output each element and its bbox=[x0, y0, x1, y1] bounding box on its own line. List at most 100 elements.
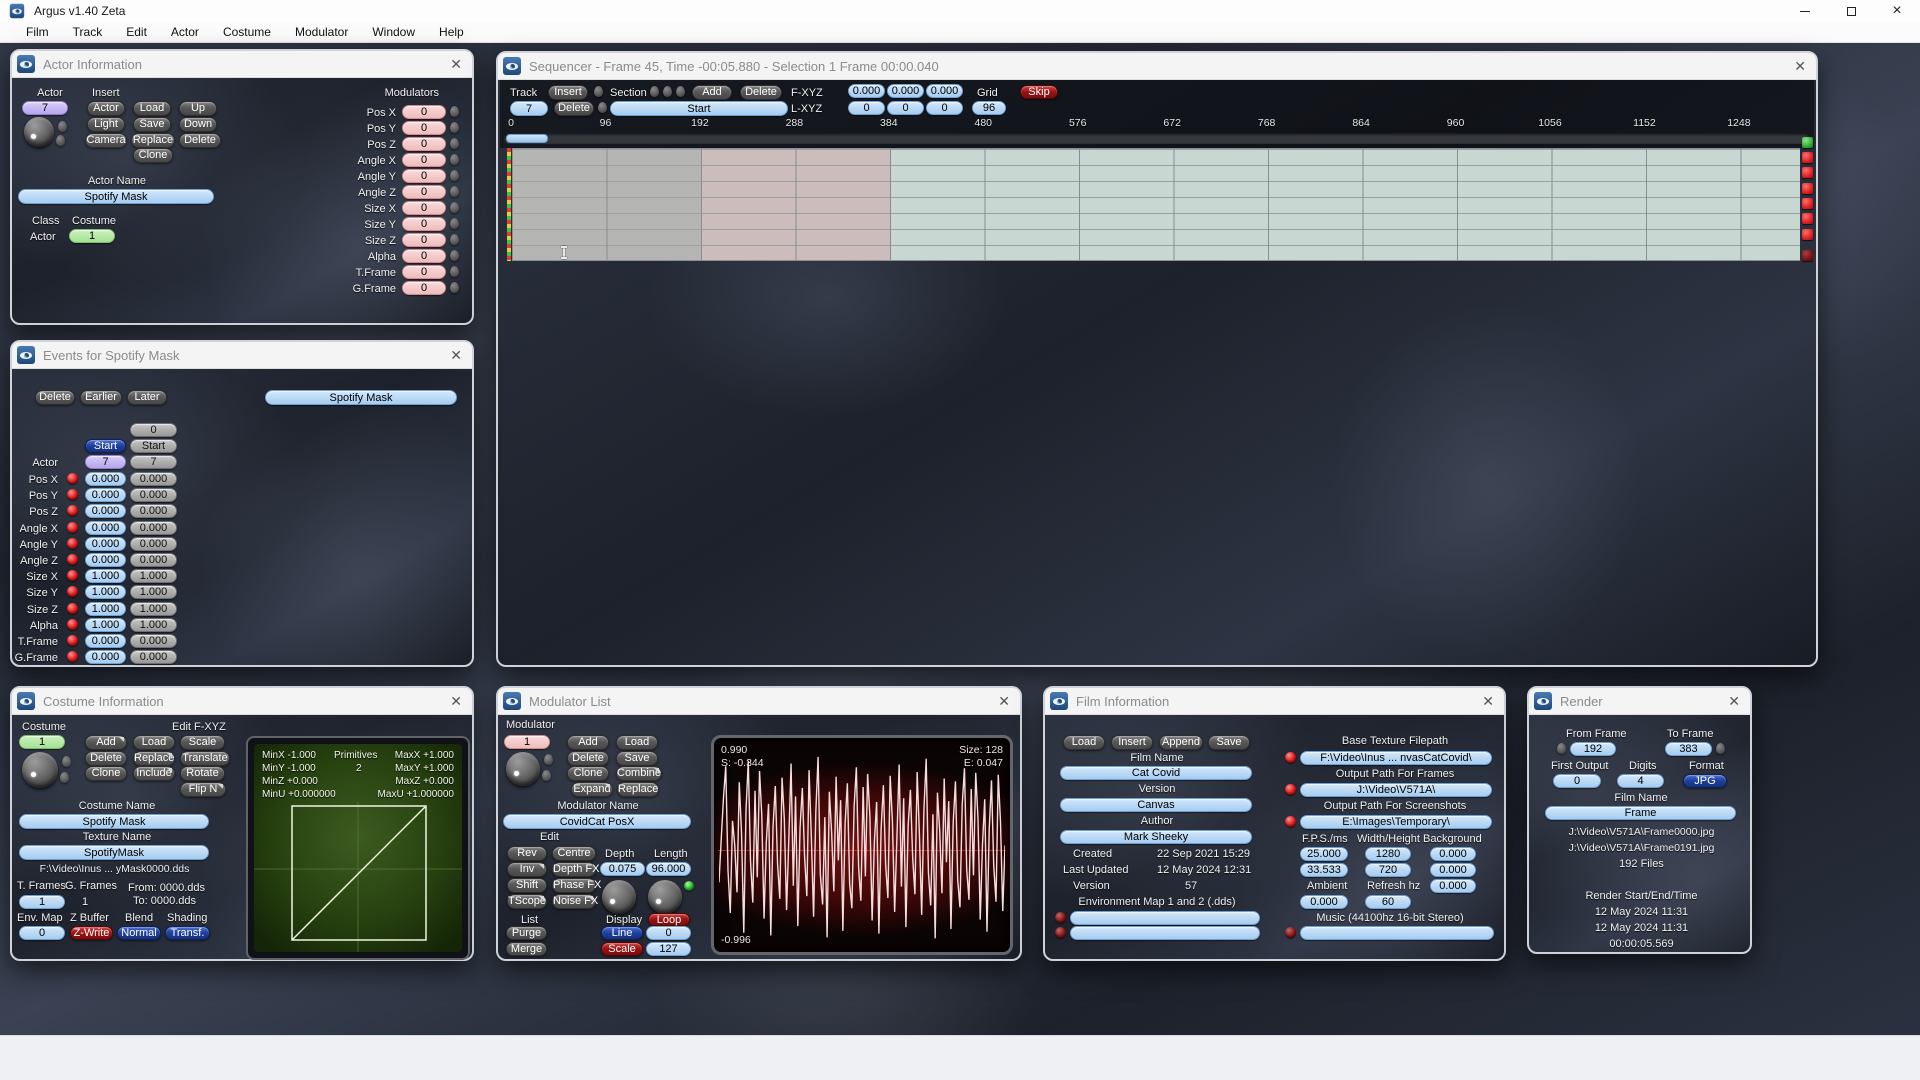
event-row-value2[interactable]: 1.000 bbox=[130, 569, 177, 583]
delete-button[interactable]: Delete bbox=[179, 133, 221, 148]
actor-knob[interactable] bbox=[24, 117, 54, 147]
insert-actor-button[interactable]: Actor bbox=[87, 101, 125, 116]
load-button[interactable]: Load bbox=[133, 735, 175, 750]
refresh-field[interactable]: 60 bbox=[1365, 895, 1411, 909]
width-field[interactable]: 1280 bbox=[1365, 847, 1411, 861]
inv-button[interactable]: Inv bbox=[507, 862, 547, 877]
event-row-value2[interactable]: 1.000 bbox=[130, 618, 177, 632]
modulator-row-knob[interactable] bbox=[450, 122, 459, 133]
shift-button[interactable]: Shift bbox=[507, 878, 547, 893]
fy-field[interactable]: 0.000 bbox=[887, 84, 924, 98]
music-led[interactable] bbox=[1285, 927, 1296, 938]
actor-row-value1[interactable]: 7 bbox=[85, 455, 126, 469]
tscope-button[interactable]: TScope bbox=[507, 894, 547, 909]
record-led[interactable] bbox=[67, 570, 78, 581]
load-button[interactable]: Load bbox=[1063, 735, 1105, 750]
track-number-field[interactable]: 7 bbox=[510, 101, 548, 116]
modulator-row-knob[interactable] bbox=[450, 186, 459, 197]
texture-name-field[interactable]: SpotifyMask bbox=[19, 845, 209, 860]
actor-row-value2[interactable]: 7 bbox=[130, 455, 177, 469]
env-map2-led[interactable] bbox=[1055, 927, 1066, 938]
costume-name-field[interactable]: Spotify Mask bbox=[19, 814, 209, 829]
ambient-field[interactable]: 0.000 bbox=[1300, 895, 1348, 909]
event-marker[interactable] bbox=[1802, 183, 1813, 194]
event-row-value2[interactable]: 0.000 bbox=[130, 650, 177, 664]
scale-button[interactable]: Scale bbox=[601, 942, 643, 956]
from-frame-arrow[interactable] bbox=[1557, 743, 1566, 754]
events-titlebar[interactable]: Events for Spotify Mask ✕ bbox=[12, 342, 472, 369]
from-frame-field[interactable]: 192 bbox=[1570, 742, 1616, 756]
modulator-row-field[interactable]: 0 bbox=[402, 105, 446, 119]
maximize-button[interactable] bbox=[1828, 0, 1874, 22]
section-arrow[interactable] bbox=[663, 86, 672, 97]
close-icon[interactable]: ✕ bbox=[998, 694, 1010, 708]
fz-field[interactable]: 0.000 bbox=[926, 84, 963, 98]
actor-number-field[interactable]: 7 bbox=[22, 101, 68, 115]
bg1-field[interactable]: 0.000 bbox=[1430, 847, 1476, 861]
menu-item[interactable]: Actor bbox=[159, 23, 211, 41]
event-marker[interactable] bbox=[1802, 152, 1813, 163]
modulator-row-field[interactable]: 0 bbox=[402, 121, 446, 135]
event-row-value1[interactable]: 0.000 bbox=[85, 472, 126, 486]
loop-start-field[interactable]: 0 bbox=[646, 926, 691, 940]
modulator-row-field[interactable]: 0 bbox=[402, 185, 446, 199]
add-button[interactable]: Add bbox=[692, 85, 732, 100]
bg2-field[interactable]: 0.000 bbox=[1430, 863, 1476, 877]
close-icon[interactable]: ✕ bbox=[450, 694, 462, 708]
record-led[interactable] bbox=[67, 554, 78, 565]
ms-field[interactable]: 33.533 bbox=[1300, 863, 1348, 877]
film-name-field[interactable]: Cat Covid bbox=[1060, 766, 1252, 780]
loop-button[interactable]: Loop bbox=[648, 913, 690, 926]
output-screens-led[interactable] bbox=[1285, 816, 1296, 827]
record-led[interactable] bbox=[67, 603, 78, 614]
first-output-field[interactable]: 0 bbox=[1553, 774, 1601, 788]
line-button[interactable]: Line bbox=[601, 926, 643, 940]
event-row-value1[interactable]: 0.000 bbox=[85, 521, 126, 535]
waveform-display[interactable]: 0.990 S: -0.344 Size: 128 E: 0.047 -0.99… bbox=[711, 735, 1013, 955]
modulator-row-field[interactable]: 0 bbox=[402, 265, 446, 279]
height-field[interactable]: 720 bbox=[1365, 863, 1411, 877]
costume-titlebar[interactable]: Costume Information ✕ bbox=[12, 688, 472, 715]
noise-fx-button[interactable]: Noise FX bbox=[552, 894, 598, 909]
output-frames-led[interactable] bbox=[1285, 784, 1296, 795]
modulator-row-knob[interactable] bbox=[450, 234, 459, 245]
event-row-value2[interactable]: 1.000 bbox=[130, 585, 177, 599]
clone-button[interactable]: Clone bbox=[85, 766, 127, 781]
event-row-value2[interactable]: 0.000 bbox=[130, 521, 177, 535]
event-row-value2[interactable]: 0.000 bbox=[130, 472, 177, 486]
output-screens-field[interactable]: E:\Images\Temporary\ bbox=[1300, 815, 1492, 829]
start-column-button[interactable]: Start bbox=[85, 439, 126, 453]
record-led[interactable] bbox=[67, 538, 78, 549]
record-led[interactable] bbox=[67, 586, 78, 597]
load-button[interactable]: Load bbox=[133, 101, 171, 116]
event-marker[interactable] bbox=[1802, 167, 1813, 178]
base-texture-led[interactable] bbox=[1285, 752, 1296, 763]
expand-button[interactable]: Expand bbox=[571, 782, 613, 797]
event-marker-dark[interactable] bbox=[1802, 250, 1813, 261]
event-marker[interactable] bbox=[1802, 137, 1813, 148]
digits-field[interactable]: 4 bbox=[1617, 774, 1664, 788]
modulator-row-field[interactable]: 0 bbox=[402, 153, 446, 167]
event-marker[interactable] bbox=[1802, 198, 1813, 209]
env-map2-field[interactable] bbox=[1070, 926, 1260, 940]
event-row-value2[interactable]: 0.000 bbox=[130, 537, 177, 551]
replace-button[interactable]: Replace bbox=[617, 782, 659, 797]
depth-fx-button[interactable]: Depth FX bbox=[552, 862, 599, 877]
include-button[interactable]: Include bbox=[133, 766, 175, 781]
modulator-row-field[interactable]: 0 bbox=[402, 233, 446, 247]
menu-item[interactable]: Edit bbox=[114, 23, 159, 41]
format-button[interactable]: JPG bbox=[1683, 774, 1727, 788]
delete-button[interactable]: Delete bbox=[740, 85, 782, 100]
modulator-row-knob[interactable] bbox=[450, 154, 459, 165]
film-titlebar[interactable]: Film Information ✕ bbox=[1045, 688, 1504, 715]
scale-button[interactable]: Scale bbox=[180, 735, 225, 750]
load-button[interactable]: Load bbox=[616, 735, 658, 750]
modulator-number-field[interactable]: 1 bbox=[504, 735, 550, 749]
record-led[interactable] bbox=[67, 619, 78, 630]
event-marker[interactable] bbox=[1802, 229, 1813, 240]
actor-name-field[interactable]: Spotify Mask bbox=[18, 189, 214, 204]
event-row-value1[interactable]: 1.000 bbox=[85, 602, 126, 616]
close-icon[interactable]: ✕ bbox=[1482, 694, 1494, 708]
t-frames-field[interactable]: 1 bbox=[19, 895, 65, 909]
section-name-field[interactable]: Start bbox=[610, 101, 788, 116]
